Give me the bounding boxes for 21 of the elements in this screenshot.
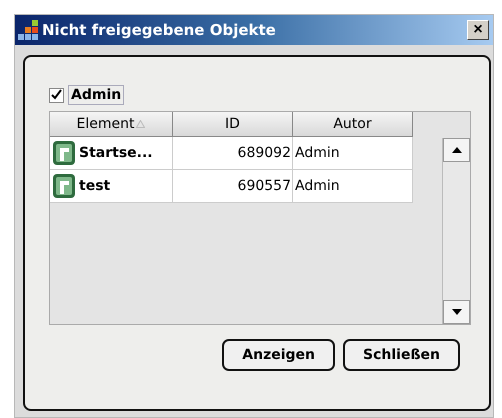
scroll-down-icon[interactable] bbox=[452, 309, 462, 315]
window-title: Nicht freigegebene Objekte bbox=[42, 21, 277, 39]
checkbox[interactable] bbox=[49, 88, 64, 102]
element-name: test bbox=[79, 178, 110, 194]
column-header[interactable]: ID bbox=[173, 112, 293, 137]
element-name: Startse... bbox=[79, 145, 153, 161]
checkbox-label[interactable]: Admin bbox=[68, 85, 124, 105]
dialog-button[interactable]: Schließen bbox=[343, 339, 460, 371]
check-icon bbox=[51, 88, 62, 100]
column-header[interactable]: Element bbox=[50, 112, 173, 137]
dialog-button[interactable]: Anzeigen bbox=[222, 339, 336, 371]
table-cell: 689092 bbox=[173, 137, 293, 170]
scrollbar[interactable] bbox=[442, 138, 470, 324]
scroll-up-icon[interactable] bbox=[452, 147, 462, 153]
app-icon bbox=[17, 19, 39, 41]
column-header[interactable]: Autor bbox=[293, 112, 413, 137]
table-cell: 690557 bbox=[173, 170, 293, 203]
table-cell: Admin bbox=[293, 137, 413, 170]
table-cell: Admin bbox=[293, 170, 413, 203]
close-button[interactable]: × bbox=[467, 20, 489, 40]
sort-icon bbox=[136, 120, 146, 128]
